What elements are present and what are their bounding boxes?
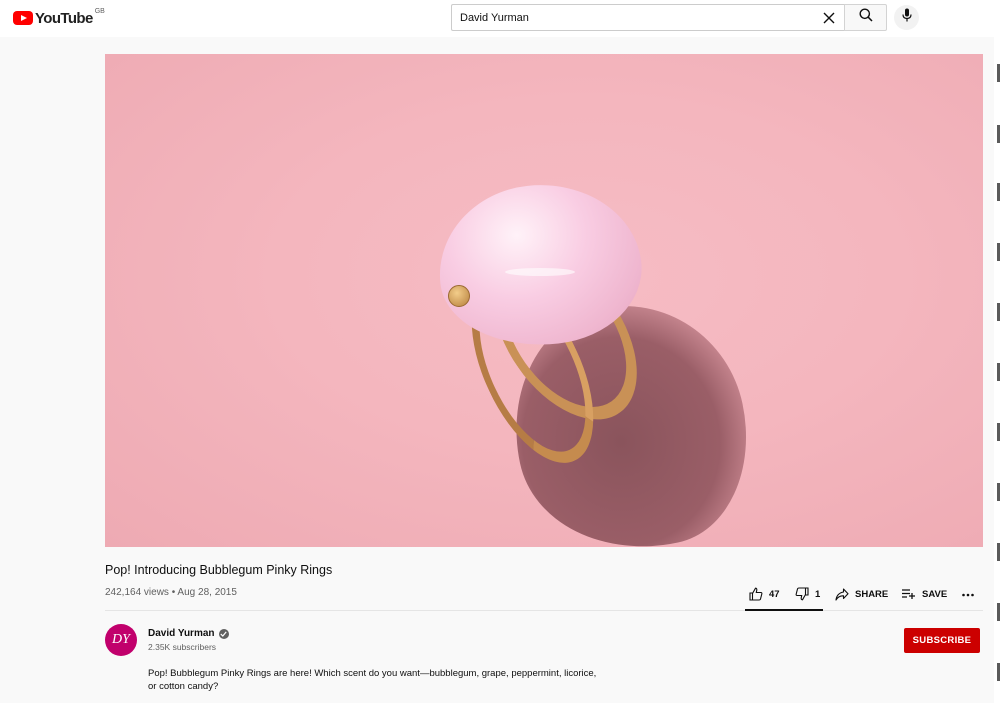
ring-emblem <box>448 285 470 307</box>
video-frame <box>105 54 983 547</box>
search-button[interactable] <box>844 4 887 31</box>
save-label: SAVE <box>922 588 948 600</box>
channel-name-row: David Yurman <box>148 628 229 639</box>
top-bar: YouTube GB <box>0 0 1000 37</box>
like-count: 47 <box>769 588 780 600</box>
search-bar <box>451 4 887 31</box>
video-meta: 242,164 views • Aug 28, 2015 <box>105 587 237 598</box>
channel-name[interactable]: David Yurman <box>148 628 215 639</box>
video-title: Pop! Introducing Bubblegum Pinky Rings <box>105 563 333 577</box>
like-ratio-bar <box>745 609 823 611</box>
subscribe-button[interactable]: SUBSCRIBE <box>904 628 980 653</box>
youtube-logo[interactable]: YouTube GB <box>13 7 105 29</box>
ring-highlight <box>505 268 575 276</box>
channel-avatar[interactable]: DY <box>105 624 137 656</box>
thumbs-up-icon <box>749 587 763 601</box>
share-button[interactable]: SHARE <box>835 582 888 606</box>
dislike-count: 1 <box>815 588 821 600</box>
more-actions-button[interactable] <box>962 582 974 606</box>
like-button[interactable]: 47 <box>749 582 780 606</box>
voice-search-button[interactable] <box>894 5 919 30</box>
adjacent-window-edge <box>994 37 1000 703</box>
logo-text: YouTube <box>35 9 93 27</box>
verified-icon <box>218 628 229 639</box>
microphone-icon <box>901 8 912 27</box>
youtube-play-icon <box>13 11 33 25</box>
subscriber-count: 2.35K subscribers <box>148 642 217 652</box>
avatar-initials: DY <box>112 632 130 647</box>
more-horizontal-icon <box>962 589 974 600</box>
search-icon <box>859 8 873 27</box>
search-input[interactable] <box>452 5 802 30</box>
region-code: GB <box>94 7 105 15</box>
video-player[interactable] <box>105 54 983 547</box>
share-label: SHARE <box>855 588 889 600</box>
thumbs-down-icon <box>795 587 809 601</box>
divider <box>105 610 983 611</box>
dislike-button[interactable]: 1 <box>795 582 820 606</box>
save-button[interactable]: SAVE <box>901 582 947 606</box>
video-description: Pop! Bubblegum Pinky Rings are here! Whi… <box>148 668 597 692</box>
close-icon[interactable] <box>820 9 838 27</box>
share-icon <box>835 587 849 601</box>
add-to-playlist-icon <box>901 588 916 600</box>
search-box <box>451 4 844 31</box>
